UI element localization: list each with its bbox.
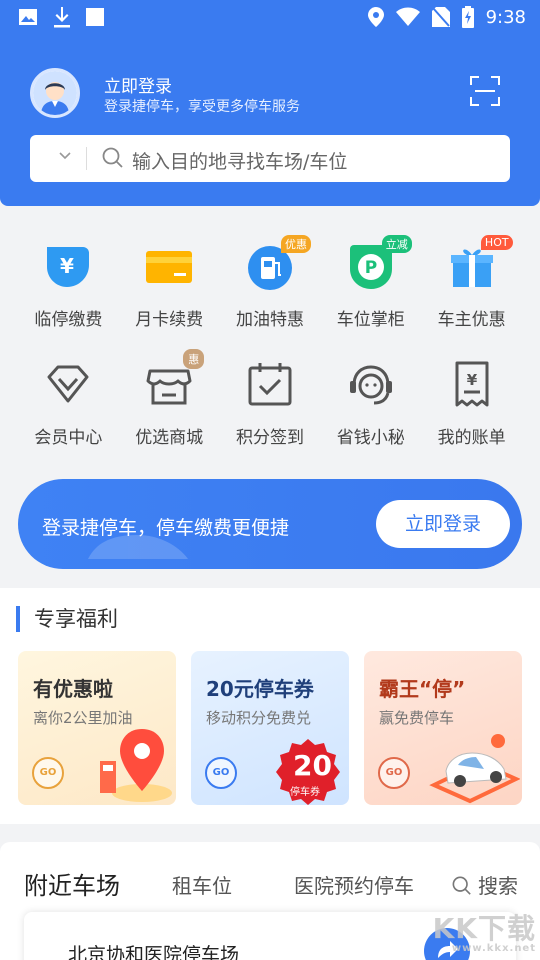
download-icon: [54, 7, 70, 28]
svg-text:P: P: [365, 258, 377, 278]
card-icon: [146, 251, 193, 283]
service-mall[interactable]: 惠 优选商城: [119, 349, 220, 471]
user-login-row[interactable]: 立即登录 登录捷停车，享受更多停车服务: [30, 68, 510, 122]
service-grid: ¥ 临停缴费 月卡续费 优惠 加油特惠 P 立减 车位掌柜 HOT 车主优惠 会…: [18, 235, 522, 471]
go-button[interactable]: GO: [205, 757, 237, 789]
service-label: 优选商城: [135, 428, 204, 448]
service-label: 月卡续费: [135, 310, 204, 330]
go-button[interactable]: GO: [378, 757, 410, 789]
search-label: 搜索: [478, 874, 518, 898]
service-label: 积分签到: [235, 428, 304, 448]
search-icon: [102, 147, 123, 168]
welfare-card-free-parking[interactable]: 霸王“停” 赢免费停车 GO: [364, 651, 522, 805]
badge: 优惠: [280, 235, 311, 253]
service-temp-parking-fee[interactable]: ¥ 临停缴费: [18, 235, 119, 353]
location-icon: [367, 7, 384, 27]
watermark-main: KK下载: [432, 912, 536, 945]
go-button[interactable]: GO: [32, 757, 64, 789]
chevron-down-icon[interactable]: [58, 149, 72, 163]
wifi-icon: [395, 7, 420, 26]
card-title: 20元停车券: [206, 677, 314, 701]
status-bar: 9:38: [0, 0, 540, 36]
welfare-card-fuel[interactable]: 有优惠啦 离你2公里加油 GO: [18, 651, 176, 805]
section-title: 专享福利: [16, 606, 118, 632]
service-owner-discount[interactable]: HOT 车主优惠: [421, 235, 522, 353]
badge: 立减: [381, 235, 412, 253]
headset-icon: [349, 365, 392, 405]
bill-icon: ¥: [455, 361, 489, 407]
tab-nearby-parking[interactable]: 附近车场: [24, 866, 120, 901]
svg-text:¥: ¥: [60, 254, 74, 278]
login-title[interactable]: 立即登录: [104, 72, 172, 97]
service-label: 临停缴费: [34, 310, 103, 330]
service-label: 会员中心: [34, 428, 103, 448]
service-saving-assistant[interactable]: 省钱小秘: [320, 353, 421, 471]
service-my-bill[interactable]: ¥ 我的账单: [421, 353, 522, 471]
search-icon: [452, 876, 471, 895]
no-sim-icon: [431, 7, 450, 27]
badge: 惠: [183, 349, 205, 369]
clock: 9:38: [485, 6, 526, 28]
service-points-checkin[interactable]: 积分签到: [220, 353, 321, 471]
welfare-card-coupon[interactable]: 20元停车券 移动积分免费兑 GO 20 停车券: [191, 651, 349, 805]
service-label: 省钱小秘: [336, 428, 405, 448]
service-parking-manager[interactable]: P 立减 车位掌柜: [320, 235, 421, 353]
yen-shield-icon: ¥: [47, 247, 90, 287]
battery-icon: [461, 6, 474, 28]
service-label: 车位掌柜: [336, 310, 405, 330]
divider: [86, 147, 87, 170]
svg-text:¥: ¥: [466, 371, 477, 389]
nearby-tabs: 附近车场 租车位 医院预约停车 搜索: [24, 866, 524, 900]
diamond-icon: [47, 365, 89, 403]
scan-icon[interactable]: [470, 76, 500, 106]
badge: HOT: [480, 235, 513, 250]
parking-lot-name: 北京协和医院停车场: [68, 944, 240, 960]
nearby-search-button[interactable]: 搜索: [452, 870, 518, 899]
service-fuel-discount[interactable]: 优惠 加油特惠: [220, 235, 321, 353]
coupon-label: 停车券: [290, 787, 320, 798]
nearby-section: 附近车场 租车位 医院预约停车 搜索 北京协和医院停车场 KK下载 www.kkx…: [0, 842, 540, 960]
header: 9:38 立即登录 登录捷停车，享受更多停车服务 输入目的地寻找车场/车位: [0, 0, 540, 206]
service-label: 车主优惠: [437, 310, 506, 330]
image-icon: [19, 9, 37, 25]
login-banner-text: 登录捷停车，停车缴费更便捷: [42, 517, 290, 539]
service-label: 加油特惠: [235, 310, 304, 330]
coupon-value: 20: [293, 749, 332, 782]
stop-icon: [86, 8, 104, 26]
tab-rent-space[interactable]: 租车位: [172, 870, 232, 899]
welfare-section: 专享福利 有优惠啦 离你2公里加油 GO 20元停车券 移动积分免费兑 GO 2…: [0, 588, 540, 824]
card-title: 霸王“停”: [379, 677, 466, 701]
card-subtitle: 赢免费停车: [379, 709, 455, 727]
service-label: 我的账单: [437, 428, 506, 448]
service-monthly-card[interactable]: 月卡续费: [119, 235, 220, 353]
service-member-center[interactable]: 会员中心: [18, 353, 119, 471]
search-input[interactable]: 输入目的地寻找车场/车位: [132, 147, 347, 174]
tab-hospital-parking[interactable]: 医院预约停车: [294, 870, 414, 899]
search-bar[interactable]: 输入目的地寻找车场/车位: [30, 135, 510, 182]
avatar[interactable]: [30, 68, 80, 118]
car-icon: [429, 734, 520, 804]
map-pin-icon: [100, 729, 172, 802]
watermark: KK下载 www.kkx.net: [433, 907, 536, 954]
login-banner[interactable]: 登录捷停车，停车缴费更便捷 立即登录: [18, 479, 522, 569]
calendar-check-icon: [248, 363, 292, 406]
card-title: 有优惠啦: [33, 677, 113, 701]
login-subtitle: 登录捷停车，享受更多停车服务: [104, 99, 300, 115]
login-button[interactable]: 立即登录: [376, 500, 510, 548]
card-subtitle: 移动积分免费兑: [206, 709, 312, 727]
